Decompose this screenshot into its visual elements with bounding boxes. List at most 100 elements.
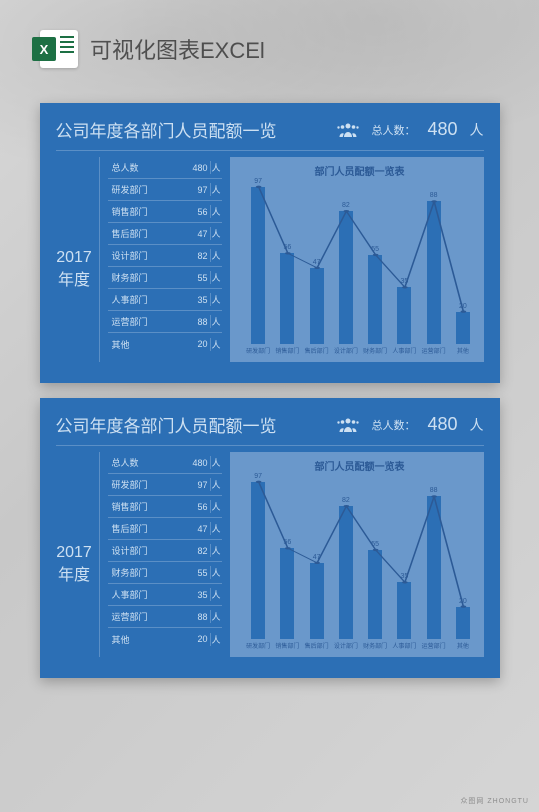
dept-value: 55 — [184, 568, 210, 578]
chart-bar — [456, 312, 470, 344]
table-row: 人事部门35人 — [108, 289, 222, 311]
chart-bar-label: 82 — [336, 497, 356, 504]
x-axis-label: 其他 — [448, 346, 477, 355]
x-axis-label: 销售部门 — [273, 641, 302, 650]
table-row: 总人数480人 — [108, 157, 222, 179]
dashboard-panel-1: 公司年度各部门人员配额一览 总人数： 480 人 2017年度 总人数480人研… — [40, 103, 500, 383]
dept-value: 82 — [184, 251, 210, 261]
chart-bar-label: 88 — [424, 192, 444, 199]
table-row: 售后部门47人 — [108, 518, 222, 540]
dept-suffix: 人 — [210, 566, 222, 579]
chart-bar — [368, 255, 382, 344]
dept-suffix: 人 — [210, 293, 222, 306]
chart-bar-label: 47 — [307, 259, 327, 266]
chart-bar — [397, 582, 411, 639]
dept-label: 研发部门 — [108, 183, 184, 196]
people-icon — [337, 122, 359, 138]
dept-label: 总人数 — [108, 456, 184, 469]
dept-value: 20 — [184, 339, 210, 349]
x-axis-label: 售后部门 — [302, 346, 331, 355]
chart-area: 9756478255358820 — [244, 477, 478, 639]
x-axis-label: 财务部门 — [361, 346, 390, 355]
chart-bar-label: 55 — [365, 541, 385, 548]
table-row: 其他20人 — [108, 333, 222, 355]
dept-label: 人事部门 — [108, 293, 184, 306]
year-label: 2017年度 — [56, 157, 100, 362]
chart-bar — [280, 253, 294, 344]
dept-label: 其他 — [108, 338, 184, 351]
chart-x-axis: 研发部门销售部门售后部门设计部门财务部门人事部门运营部门其他 — [244, 346, 478, 355]
dept-suffix: 人 — [210, 500, 222, 513]
dept-label: 总人数 — [108, 161, 184, 174]
chart-bar — [280, 548, 294, 639]
page-header: X 可视化图表EXCEl — [0, 0, 539, 88]
dept-suffix: 人 — [210, 271, 222, 284]
x-axis-label: 设计部门 — [331, 346, 360, 355]
dept-value: 20 — [184, 634, 210, 644]
x-axis-label: 销售部门 — [273, 346, 302, 355]
x-axis-label: 研发部门 — [244, 641, 273, 650]
x-axis-label: 人事部门 — [390, 346, 419, 355]
dept-value: 55 — [184, 273, 210, 283]
dept-table: 总人数480人研发部门97人销售部门56人售后部门47人设计部门82人财务部门5… — [108, 452, 222, 657]
chart-bar-label: 47 — [307, 554, 327, 561]
dept-suffix: 人 — [210, 227, 222, 240]
table-row: 其他20人 — [108, 628, 222, 650]
chart-bar-label: 56 — [277, 539, 297, 546]
table-row: 销售部门56人 — [108, 201, 222, 223]
table-row: 设计部门82人 — [108, 540, 222, 562]
dept-label: 财务部门 — [108, 271, 184, 284]
panel-header: 公司年度各部门人员配额一览 总人数： 480 人 — [56, 117, 484, 151]
dept-value: 88 — [184, 317, 210, 327]
table-row: 研发部门97人 — [108, 474, 222, 496]
dept-value: 47 — [184, 524, 210, 534]
dept-suffix: 人 — [210, 161, 222, 174]
dept-label: 研发部门 — [108, 478, 184, 491]
dept-suffix: 人 — [210, 338, 222, 351]
dept-value: 97 — [184, 480, 210, 490]
dept-suffix: 人 — [210, 205, 222, 218]
x-axis-label: 设计部门 — [331, 641, 360, 650]
dept-value: 480 — [184, 163, 210, 173]
table-row: 财务部门55人 — [108, 562, 222, 584]
dept-suffix: 人 — [210, 633, 222, 646]
chart-bar-label: 35 — [394, 573, 414, 580]
table-row: 总人数480人 — [108, 452, 222, 474]
total-unit: 人 — [470, 415, 484, 435]
dept-suffix: 人 — [210, 249, 222, 262]
dept-label: 运营部门 — [108, 610, 184, 623]
dept-suffix: 人 — [210, 522, 222, 535]
total-value: 480 — [427, 119, 457, 140]
dept-label: 财务部门 — [108, 566, 184, 579]
dept-table: 总人数480人研发部门97人销售部门56人售后部门47人设计部门82人财务部门5… — [108, 157, 222, 362]
chart-area: 9756478255358820 — [244, 182, 478, 344]
table-row: 运营部门88人 — [108, 606, 222, 628]
table-row: 财务部门55人 — [108, 267, 222, 289]
chart-title: 部门人员配额一览表 — [240, 458, 480, 473]
chart-bar — [456, 607, 470, 639]
chart-line-overlay — [244, 477, 478, 639]
dept-suffix: 人 — [210, 544, 222, 557]
chart-bar-label: 35 — [394, 278, 414, 285]
dept-value: 97 — [184, 185, 210, 195]
dept-value: 35 — [184, 590, 210, 600]
chart-bar — [310, 268, 324, 344]
chart-bar — [427, 496, 441, 639]
watermark: 众图网 ZHONGTU — [460, 796, 529, 806]
dept-label: 其他 — [108, 633, 184, 646]
x-axis-label: 运营部门 — [419, 641, 448, 650]
dept-label: 设计部门 — [108, 544, 184, 557]
dept-suffix: 人 — [210, 183, 222, 196]
chart-bar-label: 97 — [248, 473, 268, 480]
chart-bar — [251, 187, 265, 344]
dept-value: 56 — [184, 502, 210, 512]
x-axis-label: 售后部门 — [302, 641, 331, 650]
page-title: 可视化图表EXCEl — [90, 33, 265, 65]
x-axis-label: 其他 — [448, 641, 477, 650]
dept-suffix: 人 — [210, 478, 222, 491]
chart-bar-label: 88 — [424, 487, 444, 494]
people-icon — [337, 417, 359, 433]
dept-value: 88 — [184, 612, 210, 622]
chart-bar-label: 82 — [336, 202, 356, 209]
dept-label: 售后部门 — [108, 227, 184, 240]
